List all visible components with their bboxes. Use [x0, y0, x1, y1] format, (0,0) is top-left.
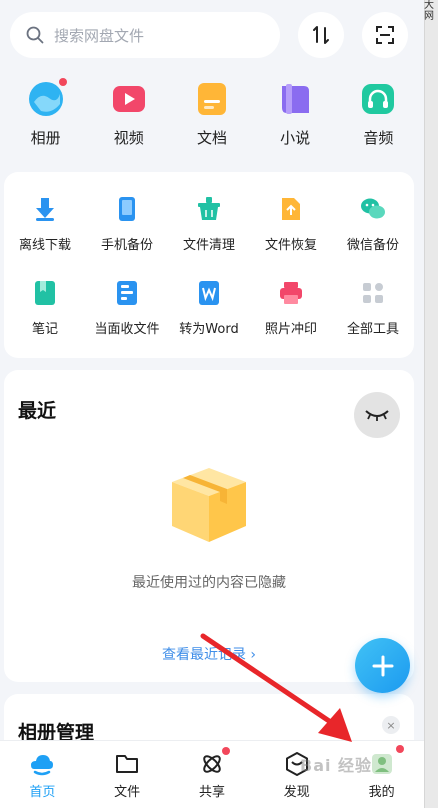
- note-icon: [35, 281, 55, 305]
- download-icon: [36, 198, 54, 221]
- search-icon: [26, 26, 44, 44]
- tab-home[interactable]: 首页: [0, 741, 84, 808]
- tab-share[interactable]: 共享: [170, 741, 254, 808]
- tool-label: 文件恢复: [264, 238, 317, 253]
- share-icon: [203, 755, 221, 773]
- tool-phone-backup[interactable]: 手机备份: [86, 196, 168, 253]
- app-screen: 搜索网盘文件 相册 视频 文档 小说 音频 离线下载 手机备份 文件清理 文件恢…: [0, 0, 424, 808]
- document-icon: [197, 83, 226, 115]
- tool-receive-file[interactable]: 当面收文件: [86, 280, 168, 337]
- sort-button[interactable]: [298, 12, 344, 58]
- audio-icon: [362, 84, 395, 114]
- category-label: 音频: [363, 129, 394, 147]
- category-label: 相册: [30, 129, 61, 147]
- watermark: Bai 经验: [300, 756, 373, 775]
- tool-label: 离线下载: [18, 238, 71, 253]
- toggle-visibility-button[interactable]: [354, 392, 400, 438]
- photo-print-icon: [280, 282, 302, 304]
- category-album[interactable]: 相册: [6, 78, 86, 148]
- tool-offline-download[interactable]: 离线下载: [4, 196, 86, 253]
- tool-photo-print[interactable]: 照片冲印: [250, 280, 332, 337]
- wechat-backup-icon: [361, 198, 385, 219]
- tab-files[interactable]: 文件: [85, 741, 169, 808]
- share-badge: [221, 747, 230, 755]
- tab-label: 共享: [198, 785, 225, 800]
- recent-title: 最近: [18, 400, 57, 422]
- tool-file-restore[interactable]: 文件恢复: [250, 196, 332, 253]
- sort-icon: [313, 26, 329, 44]
- novel-icon: [282, 84, 310, 114]
- adjacent-window-edge: 大网: [424, 0, 438, 808]
- tool-label: 照片冲印: [264, 322, 317, 337]
- category-label: 文档: [196, 129, 227, 147]
- category-novel[interactable]: 小说: [255, 80, 335, 148]
- file-restore-icon: [282, 198, 300, 220]
- receive-file-icon: [117, 281, 137, 305]
- main-category-row: 相册 视频 文档 小说 音频: [0, 78, 424, 148]
- tool-label: 手机备份: [100, 238, 153, 253]
- category-document[interactable]: 文档: [172, 80, 252, 148]
- tool-label: 全部工具: [346, 322, 399, 337]
- video-icon: [112, 86, 145, 112]
- tools-card: 离线下载 手机备份 文件清理 文件恢复 微信备份 笔记 当面收文件 转为Word…: [4, 172, 414, 358]
- tools-row-2: 笔记 当面收文件 转为Word 照片冲印 全部工具: [4, 280, 414, 337]
- home-icon: [31, 755, 54, 776]
- tool-to-word[interactable]: 转为Word: [168, 280, 250, 337]
- category-label: 小说: [280, 129, 311, 147]
- tab-label: 文件: [114, 785, 141, 800]
- to-word-icon: [199, 281, 219, 305]
- empty-box-illustration: [172, 468, 246, 542]
- category-audio[interactable]: 音频: [338, 80, 418, 148]
- category-label: 视频: [113, 129, 144, 147]
- tool-label: 当面收文件: [94, 322, 160, 337]
- tools-row-1: 离线下载 手机备份 文件清理 文件恢复 微信备份: [4, 196, 414, 253]
- plus-icon: [372, 655, 393, 676]
- tab-label: 首页: [29, 785, 56, 800]
- tool-all-tools[interactable]: 全部工具: [332, 280, 414, 337]
- phone-backup-icon: [119, 197, 135, 221]
- category-video[interactable]: 视频: [89, 80, 169, 148]
- profile-badge: [395, 745, 404, 753]
- recent-hidden-message: 最近使用过的内容已隐藏: [132, 575, 286, 591]
- tool-label: 笔记: [31, 322, 58, 337]
- file-clean-icon: [198, 197, 220, 220]
- recent-card: 最近 最近使用过的内容已隐藏 查看最近记录 ›: [4, 370, 414, 682]
- folder-icon: [116, 755, 139, 773]
- tab-label: 发现: [283, 785, 310, 800]
- tool-label: 转为Word: [179, 322, 239, 337]
- album-icon: [28, 82, 63, 116]
- album-badge: [58, 78, 67, 86]
- view-recent-link[interactable]: 查看最近记录 ›: [4, 644, 414, 664]
- search-placeholder: 搜索网盘文件: [54, 26, 145, 45]
- edge-text: 大网: [424, 0, 434, 22]
- tab-label: 我的: [368, 785, 395, 800]
- tool-label: 微信备份: [346, 238, 399, 253]
- tool-label: 文件清理: [182, 238, 235, 253]
- profile-icon: [371, 754, 392, 774]
- eye-closed-icon: [365, 410, 389, 421]
- scan-icon: [376, 26, 394, 44]
- close-icon[interactable]: ×: [382, 716, 400, 734]
- search-input[interactable]: 搜索网盘文件: [10, 12, 280, 58]
- scan-button[interactable]: [362, 12, 408, 58]
- tool-note[interactable]: 笔记: [4, 280, 86, 337]
- all-tools-icon: [363, 283, 383, 303]
- tool-file-clean[interactable]: 文件清理: [168, 196, 250, 253]
- tool-wechat-backup[interactable]: 微信备份: [332, 196, 414, 253]
- add-button[interactable]: [355, 638, 410, 693]
